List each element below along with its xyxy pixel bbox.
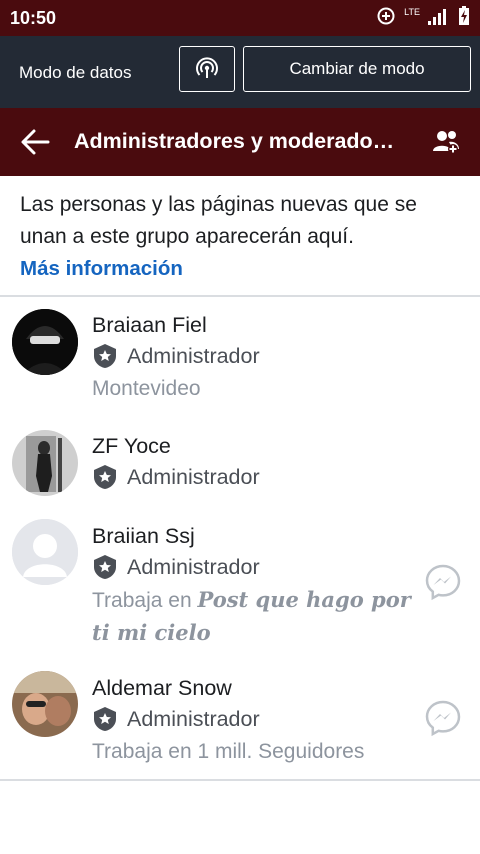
member-name[interactable]: ZF Yoce — [92, 434, 171, 459]
detail-prefix: Trabaja en — [92, 589, 192, 612]
member-name[interactable]: Braiaan Fiel — [92, 313, 207, 338]
member-role: Administrador — [92, 343, 260, 369]
admin-shield-icon — [94, 707, 116, 731]
app-bar: Administradores y moderado… — [0, 108, 480, 176]
avatar-image — [12, 671, 78, 737]
member-detail: Trabaja en Post que hago por ti mi cielo — [92, 584, 422, 650]
hotspot-button[interactable] — [179, 46, 235, 92]
member-detail: Trabaja en 1 mill. Seguidores — [92, 740, 365, 763]
member-name[interactable]: Aldemar Snow — [92, 676, 232, 701]
broadcast-icon — [196, 57, 218, 78]
add-people-icon[interactable] — [432, 129, 460, 155]
avatar-image — [12, 309, 78, 375]
admin-shield-icon — [94, 555, 116, 579]
messenger-icon[interactable] — [424, 563, 462, 601]
switch-mode-button[interactable]: Cambiar de modo — [243, 46, 471, 92]
info-text: Las personas y las páginas nuevas que se… — [20, 193, 417, 248]
member-detail: Montevideo — [92, 377, 201, 400]
data-saver-icon — [377, 7, 395, 25]
avatar-image — [12, 430, 78, 496]
member-row[interactable]: Braiaan Fiel Administrador Montevideo — [0, 297, 480, 412]
role-label: Administrador — [127, 343, 260, 368]
avatar[interactable] — [12, 671, 78, 737]
admin-shield-icon — [94, 465, 116, 489]
member-role: Administrador — [92, 554, 260, 580]
status-icons: LTE — [376, 6, 470, 26]
data-mode-bar: Modo de datos Cambiar de modo — [0, 36, 480, 108]
role-label: Administrador — [127, 464, 260, 489]
network-type-label: LTE — [404, 7, 420, 17]
default-avatar-icon — [12, 519, 78, 585]
member-role: Administrador — [92, 464, 260, 490]
data-mode-label: Modo de datos — [19, 63, 132, 82]
avatar[interactable] — [12, 430, 78, 496]
role-label: Administrador — [127, 706, 260, 731]
avatar[interactable] — [12, 519, 78, 585]
info-section: Las personas y las páginas nuevas que se… — [20, 189, 460, 285]
divider — [0, 779, 480, 781]
messenger-icon[interactable] — [424, 699, 462, 737]
signal-icon — [428, 9, 446, 25]
member-name[interactable]: Braiian Ssj — [92, 524, 195, 549]
status-bar: 10:50 LTE — [0, 0, 480, 36]
clock: 10:50 — [10, 8, 57, 28]
more-info-link[interactable]: Más información — [20, 253, 460, 285]
back-arrow-icon[interactable] — [20, 128, 50, 156]
battery-charging-icon — [459, 6, 469, 25]
admin-shield-icon — [94, 344, 116, 368]
page-title: Administradores y moderado… — [74, 129, 395, 153]
avatar[interactable] — [12, 309, 78, 375]
role-label: Administrador — [127, 554, 260, 579]
member-row[interactable]: Aldemar Snow Administrador Trabaja en 1 … — [0, 662, 480, 777]
member-role: Administrador — [92, 706, 260, 732]
member-row[interactable]: ZF Yoce Administrador — [0, 420, 480, 510]
member-row[interactable]: Braiian Ssj Administrador Trabaja en Pos… — [0, 510, 480, 660]
